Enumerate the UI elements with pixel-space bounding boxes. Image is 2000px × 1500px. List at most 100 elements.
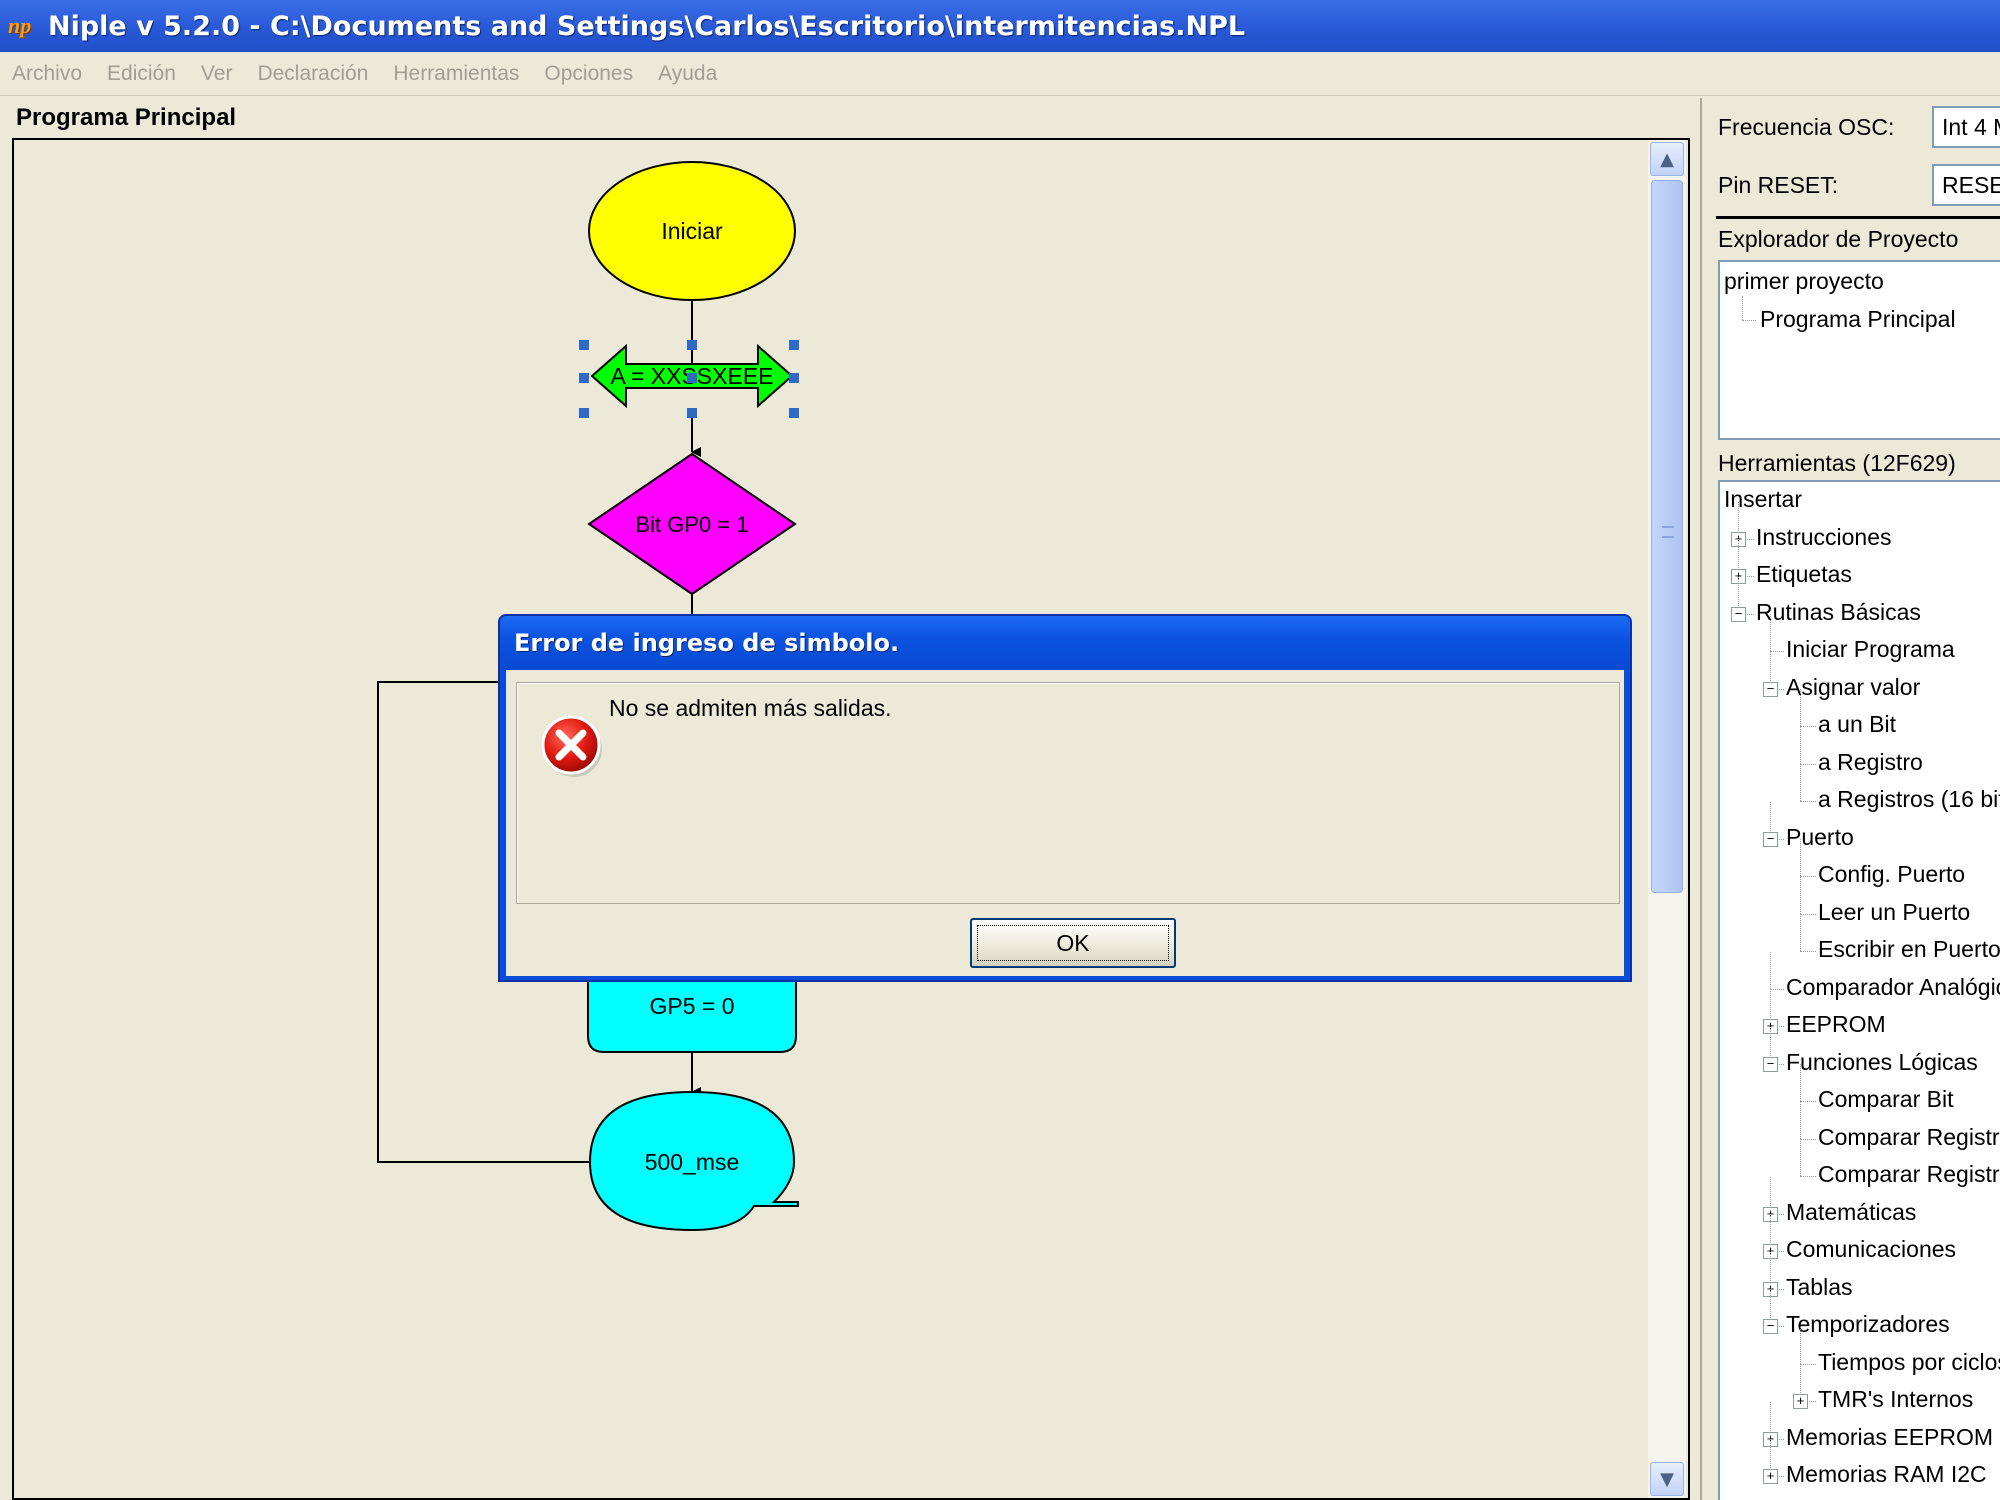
- tree-line: [1800, 1176, 1816, 1177]
- collapse-minus-icon[interactable]: −: [1731, 606, 1746, 622]
- selection-handle-bc[interactable]: [687, 408, 697, 418]
- chevron-up-icon: ▲: [1660, 148, 1674, 170]
- tools-tree-item[interactable]: Leer un Puerto: [1818, 897, 1970, 927]
- menu-declaracion[interactable]: Declaración: [257, 62, 368, 86]
- tools-tree-item[interactable]: TMR's Internos: [1818, 1384, 1973, 1414]
- tools-tree-item[interactable]: Comunicaciones: [1786, 1234, 1956, 1264]
- error-icon: [541, 715, 602, 777]
- tree-line: [1800, 1064, 1801, 1101]
- dialog-message-area: No se admiten más salidas.: [516, 682, 1620, 904]
- output-node-label: GP5 = 0: [649, 993, 734, 1019]
- grip-icon: [1662, 526, 1674, 538]
- tree-line: [1742, 320, 1756, 321]
- collapse-minus-icon[interactable]: −: [1763, 831, 1778, 847]
- expand-plus-icon[interactable]: +: [1793, 1394, 1808, 1409]
- menu-opciones[interactable]: Opciones: [544, 62, 633, 86]
- project-explorer-header: Explorador de Proyecto: [1718, 226, 1959, 252]
- tree-line: [1800, 1101, 1816, 1102]
- tree-line: [1800, 1326, 1801, 1364]
- right-sidebar: Frecuencia OSC: Int 4 MHz Pin RESET: RES…: [1702, 98, 2000, 1500]
- tools-tree-item[interactable]: Memorias EEPROM: [1786, 1422, 1993, 1452]
- project-root-item[interactable]: primer proyecto: [1724, 266, 1884, 296]
- tools-tree-item[interactable]: Config. Puerto: [1818, 859, 1965, 889]
- tree-line: [1800, 764, 1801, 801]
- dialog-body: No se admiten más salidas. OK: [506, 670, 1624, 976]
- tools-tree-item[interactable]: Instrucciones: [1756, 522, 1892, 552]
- scroll-thumb[interactable]: [1651, 180, 1683, 893]
- tree-line: [1800, 914, 1801, 951]
- tree-line: [1800, 876, 1816, 877]
- tools-tree-item[interactable]: EEPROM: [1786, 1009, 1886, 1039]
- tools-tree-item[interactable]: Asignar valor: [1786, 672, 1920, 702]
- tools-tree-item[interactable]: a un Bit: [1818, 709, 1896, 739]
- tools-tree-item[interactable]: Comparador Analógico: [1786, 972, 2000, 1002]
- tools-tree-item[interactable]: Comparar Registros: [1818, 1159, 2000, 1189]
- tree-line: [1770, 951, 1771, 989]
- tools-tree-item[interactable]: Puerto: [1786, 822, 1854, 852]
- title-bar[interactable]: np Niple v 5.2.0 - C:\Documents and Sett…: [0, 0, 2000, 52]
- menu-ver[interactable]: Ver: [201, 62, 233, 86]
- osc-frequency-field[interactable]: Int 4 MHz: [1932, 106, 2000, 148]
- selection-handle-mr[interactable]: [789, 373, 799, 383]
- ok-button[interactable]: OK: [970, 918, 1176, 968]
- menu-archivo[interactable]: Archivo: [12, 62, 82, 86]
- tools-tree-item[interactable]: Tablas: [1786, 1272, 1852, 1302]
- tree-line: [1800, 839, 1801, 876]
- tools-tree-item[interactable]: Comparar Bit: [1818, 1084, 1953, 1114]
- tree-line: [1800, 913, 1816, 915]
- scroll-down-button[interactable]: ▼: [1650, 1462, 1684, 1496]
- tree-line: [1800, 689, 1801, 726]
- selection-handle-tc[interactable]: [687, 340, 697, 350]
- reset-pin-field[interactable]: RESET: [1932, 164, 2000, 206]
- tools-tree-item[interactable]: a Registros (16 bits): [1818, 784, 2000, 814]
- selection-handle-bl[interactable]: [579, 408, 589, 418]
- section-divider: [1716, 216, 2000, 219]
- error-dialog: Error de ingreso de simbolo. No se admit…: [498, 614, 1632, 982]
- tree-line: [1800, 801, 1816, 802]
- selection-handle-ml[interactable]: [579, 373, 589, 383]
- tools-tree[interactable]: Insertar + Instrucciones + Etiquetas − Rutinas…: [1718, 480, 2000, 1500]
- tree-line: [1800, 1101, 1801, 1139]
- tools-tree-item[interactable]: Funciones Lógicas: [1786, 1047, 1978, 1077]
- tools-tree-item[interactable]: Temporizadores: [1786, 1309, 1950, 1339]
- selection-handle-br[interactable]: [789, 408, 799, 418]
- selection-handle-tr[interactable]: [789, 340, 799, 350]
- tools-tree-item[interactable]: Comparar Registro: [1818, 1122, 2000, 1152]
- menu-herramientas[interactable]: Herramientas: [393, 62, 519, 86]
- ok-button-label: OK: [977, 925, 1169, 961]
- menu-ayuda[interactable]: Ayuda: [658, 62, 717, 86]
- project-main-program-item[interactable]: Programa Principal: [1760, 304, 1956, 334]
- tools-tree-item[interactable]: Escribir en Puerto: [1818, 934, 2000, 964]
- collapse-minus-icon[interactable]: −: [1763, 1319, 1778, 1334]
- chevron-down-icon: ▼: [1660, 1468, 1674, 1490]
- tree-line: [1800, 1139, 1801, 1176]
- scroll-up-button[interactable]: ▲: [1650, 142, 1684, 176]
- tree-line: [1770, 651, 1784, 652]
- tools-tree-item[interactable]: Iniciar Programa: [1786, 634, 1955, 664]
- tools-tree-item[interactable]: Tiempos por ciclos: [1818, 1347, 2000, 1377]
- tools-tree-item[interactable]: Matemáticas: [1786, 1197, 1916, 1227]
- app-logo-icon: np: [8, 13, 32, 38]
- canvas-vertical-scrollbar[interactable]: ▲ ▼: [1648, 140, 1686, 1498]
- panel-title: Programa Principal: [16, 104, 237, 131]
- collapse-minus-icon[interactable]: −: [1763, 1056, 1778, 1072]
- tools-tree-item[interactable]: Rutinas Básicas: [1756, 597, 1921, 627]
- delay-node-label: 500_mse: [645, 1149, 740, 1175]
- decision-node-label: Bit GP0 = 1: [635, 512, 748, 537]
- project-explorer-tree[interactable]: primer proyecto Programa Principal: [1718, 260, 2000, 440]
- selection-handle-tl[interactable]: [579, 340, 589, 350]
- window-title: Niple v 5.2.0 - C:\Documents and Setting…: [48, 10, 1246, 42]
- collapse-minus-icon[interactable]: −: [1763, 681, 1778, 697]
- menu-bar: Archivo Edición Ver Declaración Herramie…: [0, 52, 2000, 96]
- tools-tree-item[interactable]: a Registro: [1818, 747, 1923, 777]
- tree-line: [1800, 763, 1816, 765]
- dialog-title-bar[interactable]: Error de ingreso de simbolo.: [500, 616, 1630, 670]
- tools-tree-item[interactable]: Insertar: [1724, 484, 1802, 514]
- tree-line: [1800, 1138, 1816, 1140]
- tools-tree-item[interactable]: Memorias RAM I2C: [1786, 1459, 1987, 1489]
- menu-edicion[interactable]: Edición: [107, 62, 176, 86]
- reset-pin-label: Pin RESET:: [1718, 172, 1839, 198]
- selection-handle-mc[interactable]: [687, 373, 697, 383]
- tools-tree-item[interactable]: Etiquetas: [1756, 559, 1852, 589]
- expand-plus-icon[interactable]: +: [1763, 1469, 1778, 1484]
